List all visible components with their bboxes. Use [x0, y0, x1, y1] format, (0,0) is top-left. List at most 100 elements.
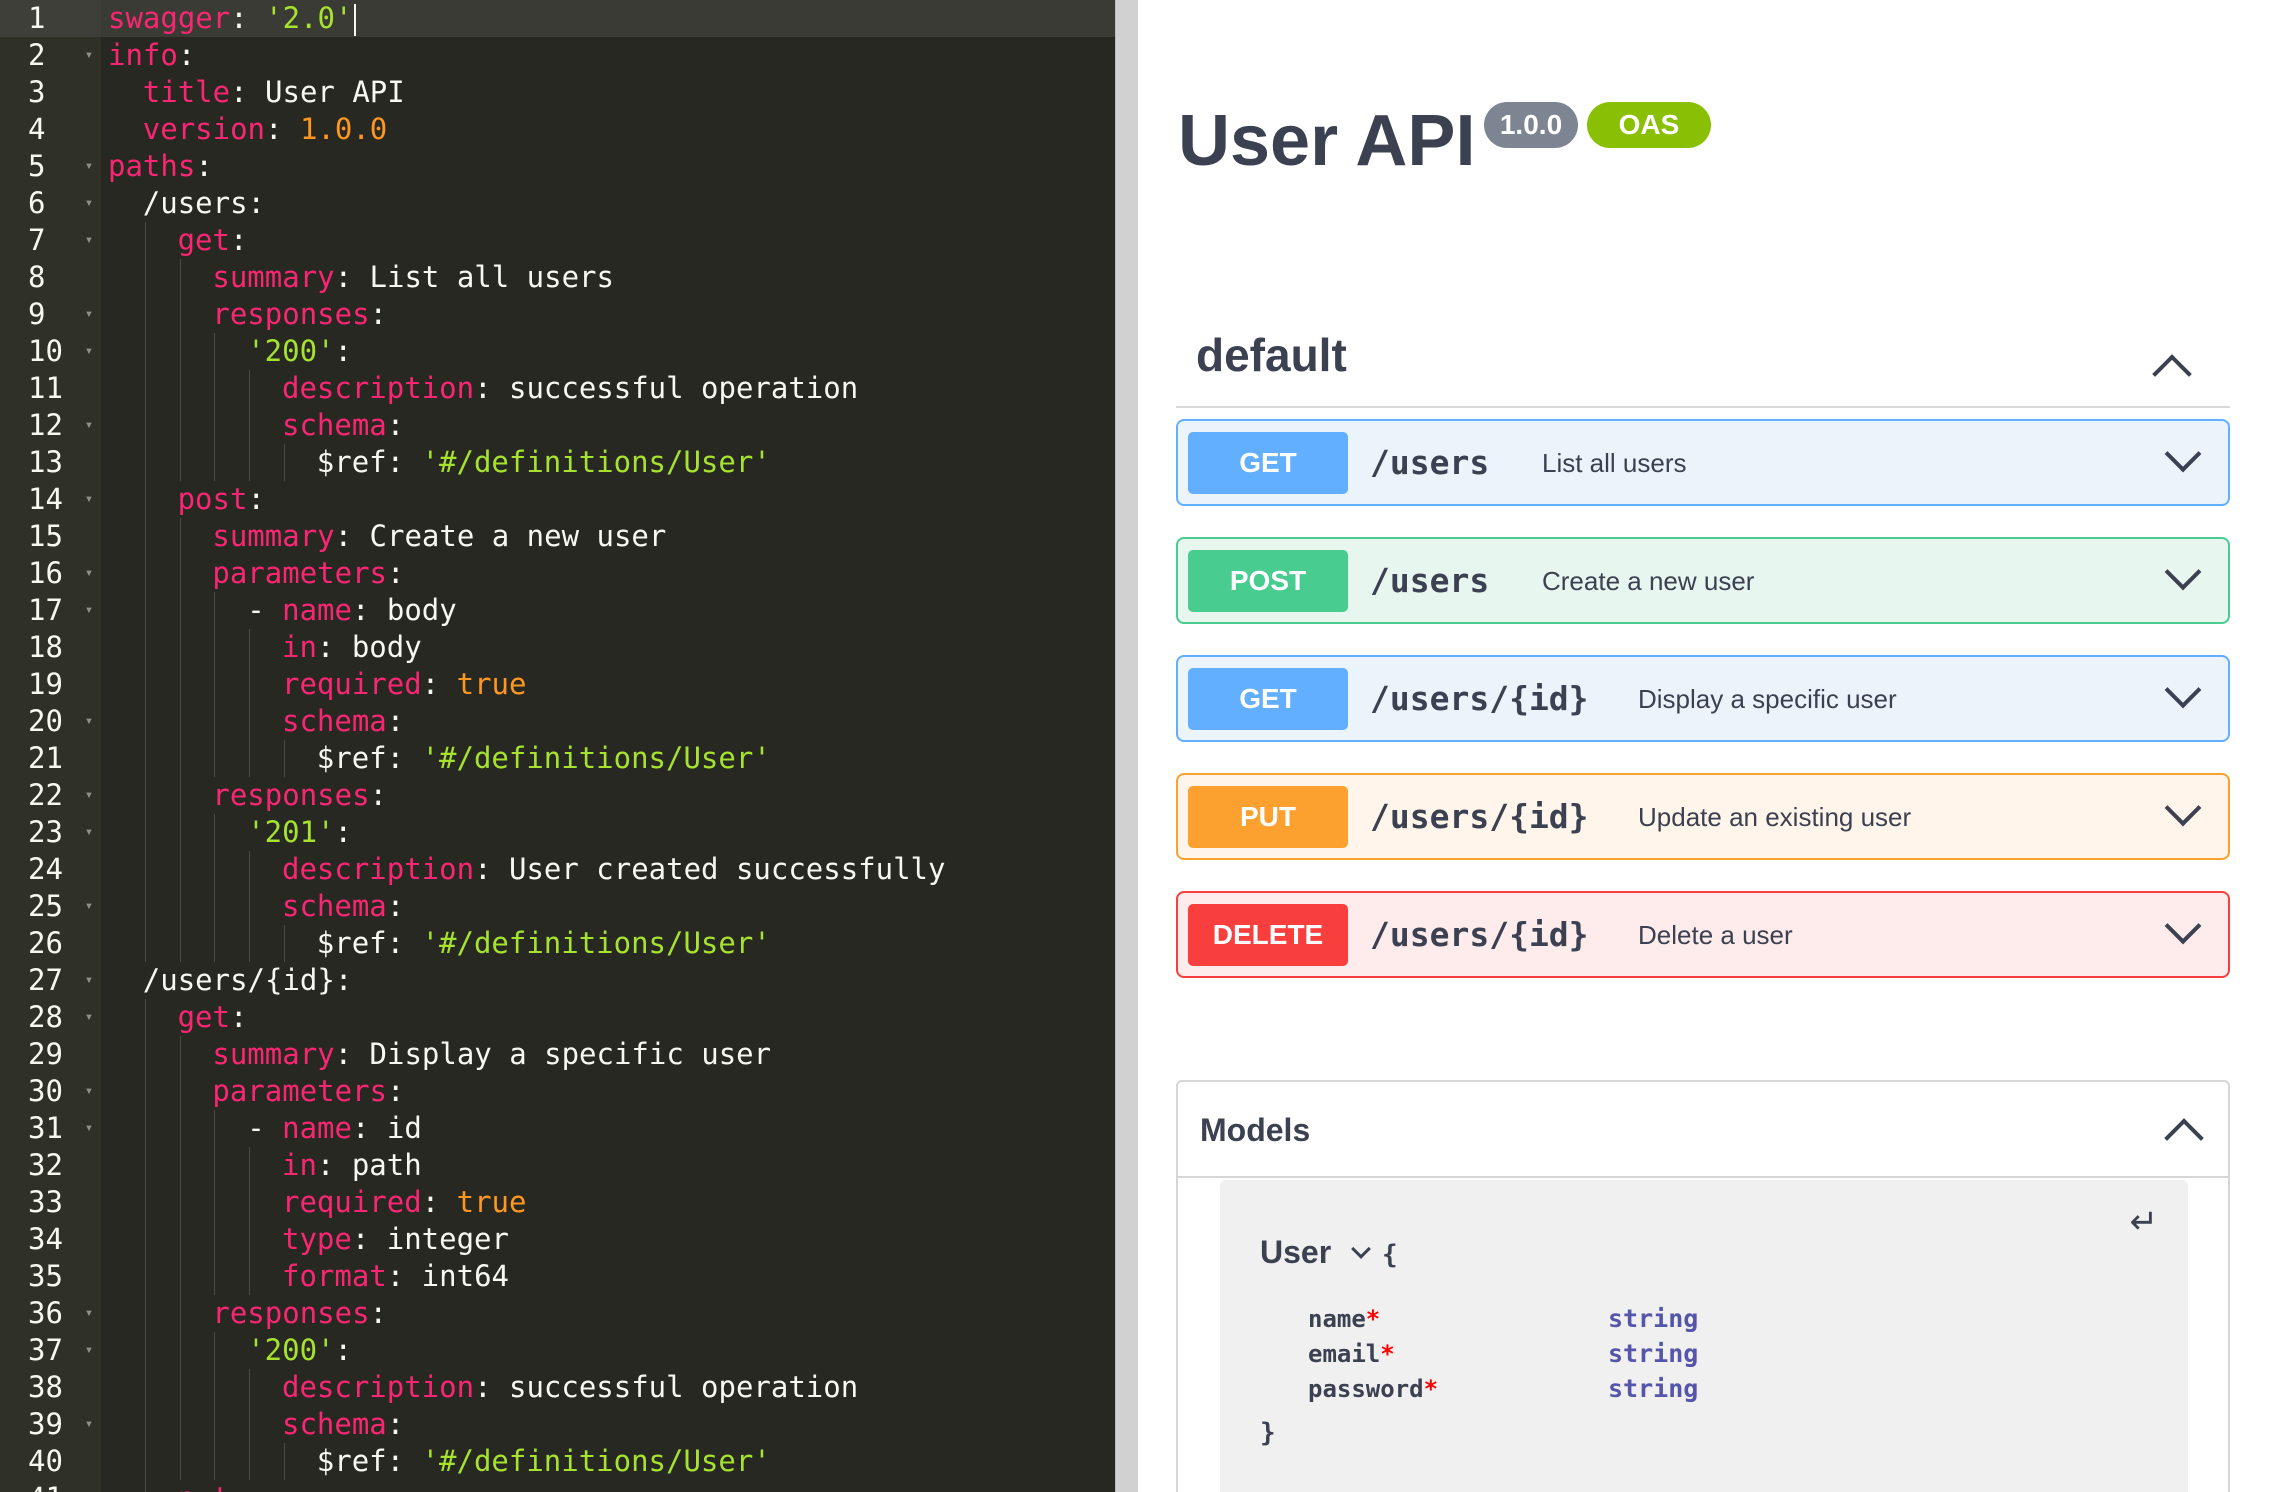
indent-guide — [284, 444, 285, 481]
indent-guide — [214, 1443, 216, 1480]
fold-toggle-icon[interactable]: ▾ — [82, 814, 96, 851]
fold-toggle-icon[interactable]: ▾ — [82, 37, 96, 74]
operation-put-4[interactable]: PUT/users/{id} Update an existing user — [1176, 773, 2230, 860]
tag-section-default[interactable]: default — [1176, 318, 2230, 408]
fold-toggle-icon[interactable]: ▾ — [82, 555, 96, 592]
editor-line[interactable]: 31 ▾ - name: id — [0, 1110, 1115, 1147]
editor-line[interactable]: 16 ▾ parameters: — [0, 555, 1115, 592]
editor-line[interactable]: 10 ▾ '200': — [0, 333, 1115, 370]
chevron-down-icon[interactable] — [2164, 553, 2202, 591]
fold-toggle-icon[interactable]: ▾ — [82, 962, 96, 999]
editor-line[interactable]: 29 summary: Display a specific user — [0, 1036, 1115, 1073]
fold-toggle-icon[interactable]: ▾ — [82, 481, 96, 518]
yaml-text: : — [195, 149, 213, 183]
yaml-text: : User API — [230, 75, 405, 109]
pane-splitter[interactable] — [1115, 0, 1138, 1492]
model-name[interactable]: User — [1260, 1234, 1331, 1271]
yaml-key: post — [177, 482, 248, 516]
fold-toggle-icon[interactable]: ▾ — [82, 333, 96, 370]
fold-toggle-icon[interactable]: ▾ — [82, 1073, 96, 1110]
editor-line[interactable]: 30 ▾ parameters: — [0, 1073, 1115, 1110]
editor-lines[interactable]: 1 swagger: '2.0' 2 ▾ info: 3 title: User API 4 v… — [0, 0, 1115, 1492]
editor-line[interactable]: 4 version: 1.0.0 — [0, 111, 1115, 148]
chevron-down-icon[interactable] — [2164, 435, 2202, 473]
fold-toggle-icon[interactable]: ▾ — [82, 1110, 96, 1147]
editor-line[interactable]: 35 format: int64 — [0, 1258, 1115, 1295]
fold-toggle-icon[interactable]: ▾ — [82, 999, 96, 1036]
fold-toggle-icon[interactable]: ▾ — [82, 1406, 96, 1443]
fold-toggle-icon[interactable]: ▾ — [82, 703, 96, 740]
editor-line[interactable]: 11 description: successful operation — [0, 370, 1115, 407]
yaml-editor[interactable]: 1 swagger: '2.0' 2 ▾ info: 3 title: User API 4 v… — [0, 0, 1115, 1492]
editor-line[interactable]: 36 ▾ responses: — [0, 1295, 1115, 1332]
editor-line[interactable]: 14 ▾ post: — [0, 481, 1115, 518]
indent-guide — [179, 1295, 181, 1332]
editor-line[interactable]: 25 ▾ schema: — [0, 888, 1115, 925]
operation-post-2[interactable]: POST/users Create a new user — [1176, 537, 2230, 624]
editor-line[interactable]: 22 ▾ responses: — [0, 777, 1115, 814]
editor-line[interactable]: 40 $ref: '#/definitions/User' — [0, 1443, 1115, 1480]
chevron-down-icon[interactable] — [2164, 789, 2202, 827]
editor-line[interactable]: 33 required: true — [0, 1184, 1115, 1221]
version-badge: 1.0.0 — [1484, 102, 1578, 148]
yaml-key: version — [142, 112, 266, 146]
editor-line[interactable]: 26 $ref: '#/definitions/User' — [0, 925, 1115, 962]
fold-toggle-icon[interactable]: ▾ — [82, 296, 96, 333]
yaml-key: schema — [282, 408, 387, 442]
operation-delete-5[interactable]: DELETE/users/{id} Delete a user — [1176, 891, 2230, 978]
editor-line[interactable]: 39 ▾ schema: — [0, 1406, 1115, 1443]
fold-toggle-icon[interactable]: ▾ — [82, 222, 96, 259]
chevron-down-icon[interactable] — [2164, 907, 2202, 945]
indent-guide — [144, 1184, 146, 1221]
editor-line[interactable]: 24 description: User created successfully — [0, 851, 1115, 888]
chevron-down-icon[interactable] — [2164, 671, 2202, 709]
fold-toggle-icon[interactable]: ▾ — [82, 1480, 96, 1492]
fold-toggle-icon[interactable]: ▾ — [82, 185, 96, 222]
fold-toggle-icon[interactable]: ▾ — [82, 777, 96, 814]
editor-line[interactable]: 28 ▾ get: — [0, 999, 1115, 1036]
fold-toggle-icon[interactable]: ▾ — [82, 1332, 96, 1369]
editor-line[interactable]: 3 title: User API — [0, 74, 1115, 111]
operation-get-1[interactable]: GET/users List all users — [1176, 419, 2230, 506]
editor-line[interactable]: 17 ▾ - name: body — [0, 592, 1115, 629]
editor-line[interactable]: 20 ▾ schema: — [0, 703, 1115, 740]
yaml-text: : — [369, 297, 387, 331]
editor-line[interactable]: 41▾put: — [0, 1480, 1115, 1492]
editor-line[interactable]: 23 ▾ '201': — [0, 814, 1115, 851]
editor-line[interactable]: 27 ▾/users/{id}: — [0, 962, 1115, 999]
editor-line[interactable]: 19 required: true — [0, 666, 1115, 703]
editor-line[interactable]: 2 ▾ info: — [0, 37, 1115, 74]
fold-toggle-icon[interactable]: ▾ — [82, 148, 96, 185]
chevron-up-icon[interactable] — [2164, 1118, 2204, 1158]
indent-guide — [249, 629, 251, 666]
collapse-model-icon[interactable]: ↵ — [2130, 1202, 2159, 1242]
editor-line[interactable]: 38 description: successful operation — [0, 1369, 1115, 1406]
models-header[interactable]: Models — [1178, 1082, 2228, 1178]
editor-line[interactable]: 5 ▾ paths: — [0, 148, 1115, 185]
fold-toggle-icon[interactable]: ▾ — [82, 888, 96, 925]
editor-line[interactable]: 8 summary: List all users — [0, 259, 1115, 296]
editor-line[interactable]: 7 ▾ get: — [0, 222, 1115, 259]
editor-line[interactable]: 18 in: body — [0, 629, 1115, 666]
editor-line[interactable]: 21 $ref: '#/definitions/User' — [0, 740, 1115, 777]
editor-line[interactable]: 13 $ref: '#/definitions/User' — [0, 444, 1115, 481]
editor-line[interactable]: 32 in: path — [0, 1147, 1115, 1184]
indent-guide — [179, 555, 181, 592]
indent-guide — [179, 444, 181, 481]
indent-guide — [179, 851, 181, 888]
chevron-up-icon[interactable] — [2152, 354, 2192, 394]
editor-line[interactable]: 37 ▾ '200': — [0, 1332, 1115, 1369]
editor-line[interactable]: 9 ▾ responses: — [0, 296, 1115, 333]
fold-toggle-icon[interactable]: ▾ — [82, 592, 96, 629]
editor-line[interactable]: 1 swagger: '2.0' — [0, 0, 1115, 37]
editor-line[interactable]: 34 type: integer — [0, 1221, 1115, 1258]
fold-toggle-icon[interactable]: ▾ — [82, 1295, 96, 1332]
editor-line[interactable]: 15 summary: Create a new user — [0, 518, 1115, 555]
chevron-down-icon[interactable] — [1351, 1239, 1371, 1259]
fold-toggle-icon[interactable]: ▾ — [82, 407, 96, 444]
editor-line[interactable]: 12 ▾ schema: — [0, 407, 1115, 444]
editor-line[interactable]: 6 ▾/users: — [0, 185, 1115, 222]
yaml-literal: 1.0.0 — [299, 112, 388, 146]
operation-get-3[interactable]: GET/users/{id} Display a specific user — [1176, 655, 2230, 742]
line-number: 35 — [28, 1259, 63, 1293]
